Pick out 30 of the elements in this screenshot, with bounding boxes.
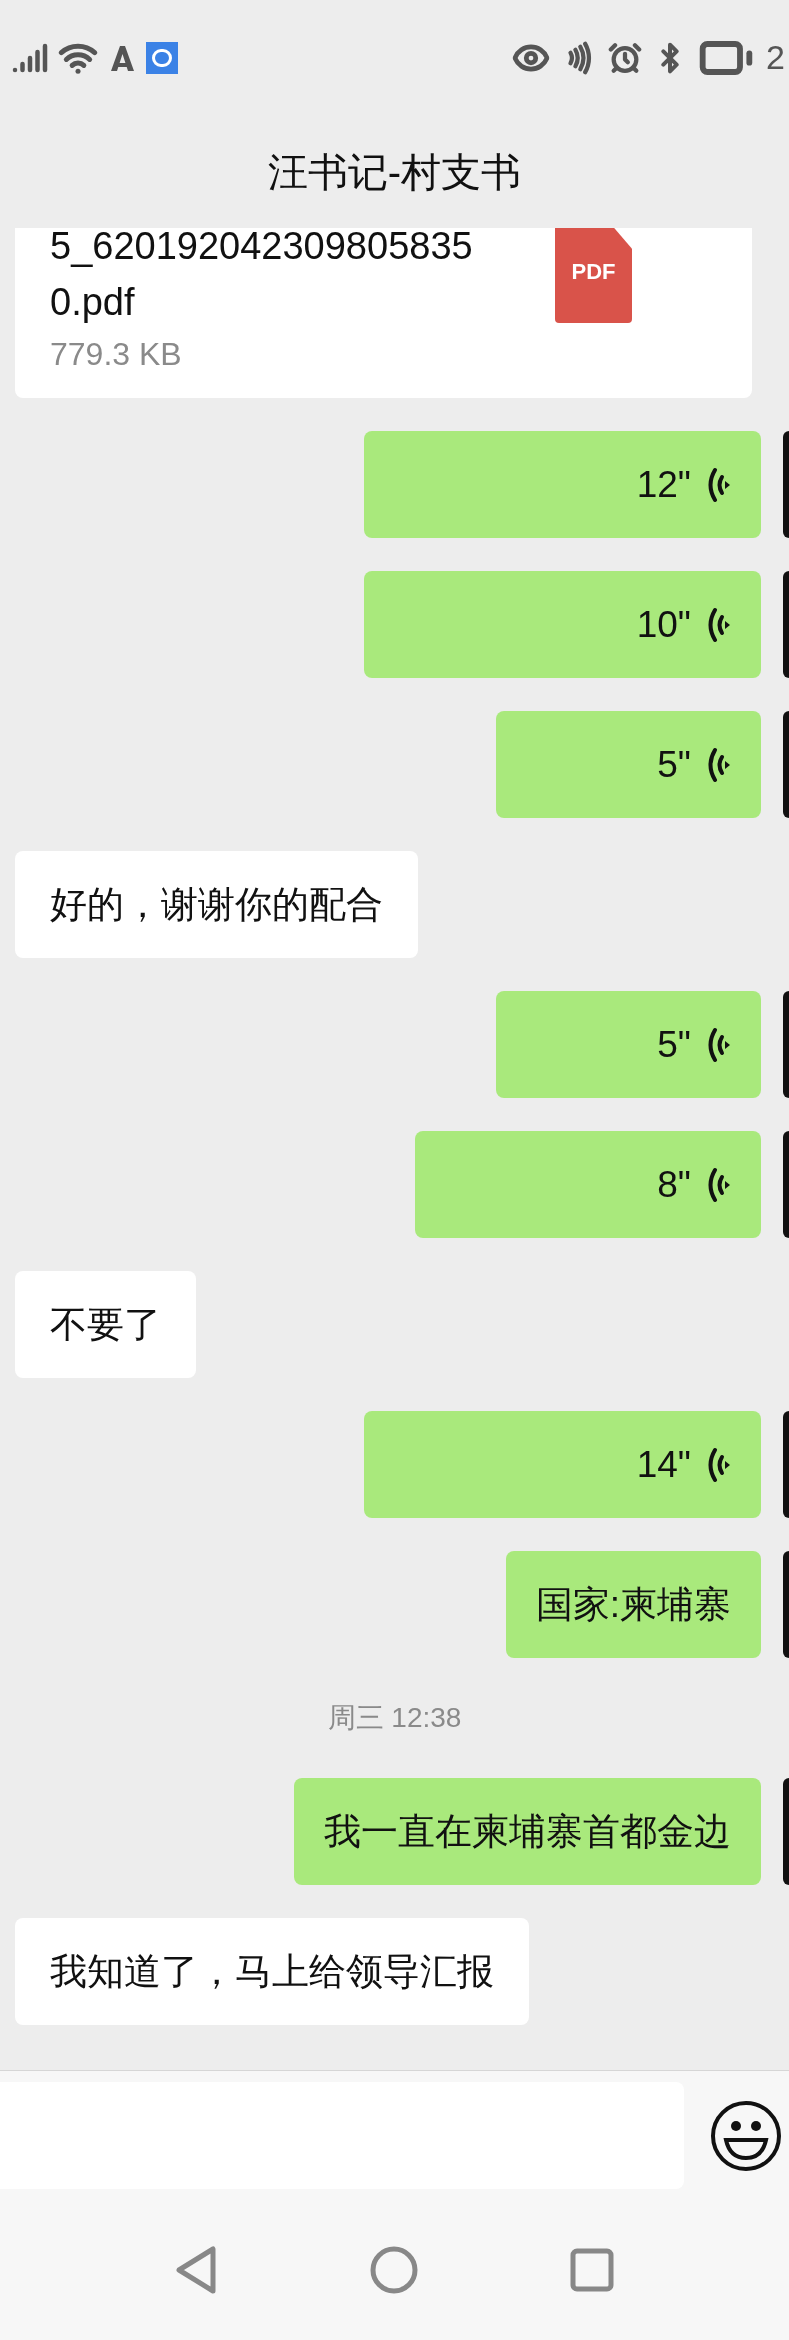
voice-wave-icon [705, 1026, 731, 1063]
app-icon [146, 41, 178, 74]
message-bubble[interactable]: 国家:柬埔寨 [505, 1551, 761, 1658]
voice-wave-icon [705, 1166, 731, 1203]
voice-message[interactable]: 8" [415, 1131, 761, 1238]
recents-icon[interactable] [569, 2248, 614, 2292]
chat-title: 汪书记-村支书 [267, 148, 522, 196]
message-bubble[interactable]: 我知道了，马上给领导汇报 [15, 1918, 529, 2025]
voice-message[interactable]: 10" [364, 571, 761, 678]
message-bubble[interactable]: 不要了 [15, 1271, 196, 1378]
voice-message[interactable]: 12" [364, 431, 761, 538]
alarm-icon [608, 40, 643, 75]
file-name: 0.pdf [50, 280, 136, 325]
emoji-icon[interactable] [710, 2099, 782, 2172]
message-bubble[interactable]: 我一直在柬埔寨首都金边 [294, 1778, 761, 1885]
file-name: 5_620192042309805835 [50, 228, 473, 269]
timestamp: 周三 12:38 [327, 1701, 462, 1735]
voice-wave-icon [705, 1446, 731, 1483]
voice-message[interactable]: 5" [496, 991, 761, 1098]
voice-wave-icon [705, 746, 731, 783]
battery-percent: 2 [766, 37, 785, 78]
voice-message[interactable]: 5" [496, 711, 761, 818]
pdf-icon: PDF [555, 228, 632, 323]
file-size: 779.3 KB [50, 335, 183, 374]
message-bubble[interactable]: 好的，谢谢你的配合 [15, 851, 418, 958]
file-bubble[interactable]: 5_620192042309805835 0.pdf 779.3 KB PDF [15, 228, 752, 398]
voice-wave-icon [705, 606, 731, 643]
voice-message[interactable]: 14" [364, 1411, 761, 1518]
home-icon[interactable] [369, 2245, 420, 2295]
voice-wave-icon [705, 466, 731, 503]
